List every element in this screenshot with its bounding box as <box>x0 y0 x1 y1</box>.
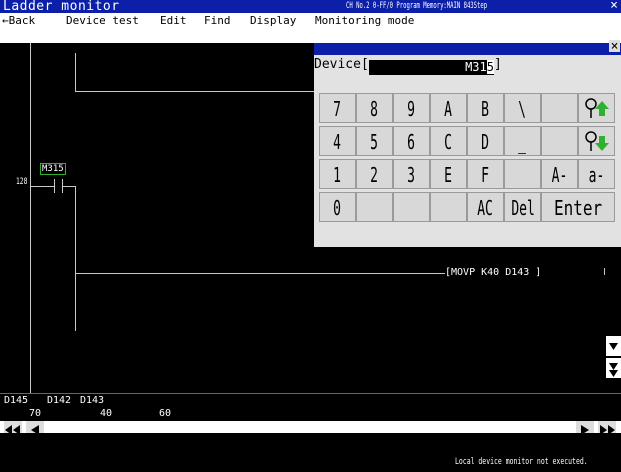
instruction-movp[interactable]: [MOVP K40 D143 ] <box>445 267 541 278</box>
key-blank[interactable] <box>541 126 578 156</box>
device-entry-label: Device[ <box>314 57 369 72</box>
keypad-title-bar <box>314 43 621 55</box>
scroll-page-down-button[interactable] <box>606 358 621 380</box>
key-5[interactable]: 5 <box>356 126 393 156</box>
scroll-page-left-button[interactable] <box>4 421 22 435</box>
instruction-wire <box>75 273 445 274</box>
search-up-icon <box>584 98 609 118</box>
key-2[interactable]: 2 <box>356 159 393 189</box>
search-up-button[interactable] <box>578 93 615 123</box>
back-button[interactable]: ←Back <box>2 14 35 27</box>
status-bar: Local device monitor not executed. <box>0 433 621 472</box>
step-number: 128 <box>16 177 28 187</box>
left-power-rail <box>30 43 31 393</box>
device-label: D143 <box>80 395 105 406</box>
key-a[interactable]: A <box>430 93 467 123</box>
status-message: Local device monitor not executed. <box>455 457 588 467</box>
key-d[interactable]: D <box>467 126 504 156</box>
rung-wire-left <box>31 186 54 187</box>
key-blank[interactable] <box>430 192 467 222</box>
device-label: D142 <box>47 395 72 406</box>
key-f[interactable]: F <box>467 159 504 189</box>
key-0[interactable]: 0 <box>319 192 356 222</box>
key-blank[interactable] <box>504 159 541 189</box>
program-status: CH No.2 0-FF/0 Program Memory:MAIN 843St… <box>346 1 488 11</box>
key-1[interactable]: 1 <box>319 159 356 189</box>
key-4[interactable]: 4 <box>319 126 356 156</box>
device-entry-cursor: 5 <box>486 60 494 74</box>
key-blank[interactable] <box>541 93 578 123</box>
key-e[interactable]: E <box>430 159 467 189</box>
app-title: Ladder monitor <box>3 0 120 14</box>
device-keypad-dialog: × Device[ M315 ] 7 8 9 A B \ 4 5 6 C D _… <box>314 40 621 247</box>
key-enter[interactable]: Enter <box>541 192 615 222</box>
scroll-down-button[interactable] <box>606 336 621 356</box>
scroll-left-button[interactable] <box>26 421 44 435</box>
menu-monitoring-mode[interactable]: Monitoring mode <box>315 14 414 27</box>
menu-display[interactable]: Display <box>250 14 296 27</box>
device-entry-close: ] <box>494 57 502 72</box>
menu-bar: ←Back Device test Edit Find Display Moni… <box>0 13 621 43</box>
key-backslash[interactable]: \ <box>504 93 541 123</box>
menu-device-test[interactable]: Device test <box>66 14 139 27</box>
device-value-strip: D145 D142 D143 70 40 60 <box>0 393 621 422</box>
upper-branch-horizontal <box>75 91 315 92</box>
close-window-icon[interactable]: × <box>610 0 618 13</box>
search-down-button[interactable] <box>578 126 615 156</box>
menu-find[interactable]: Find <box>204 14 231 27</box>
key-c[interactable]: C <box>430 126 467 156</box>
rung-wire-right <box>63 186 75 187</box>
device-entry-value: M31 <box>465 60 487 74</box>
horizontal-scrollbar[interactable] <box>0 421 621 433</box>
scroll-right-button[interactable] <box>576 421 594 435</box>
key-delete[interactable]: Del <box>504 192 541 222</box>
rung-branch-vertical <box>75 186 76 331</box>
scroll-page-right-button[interactable] <box>598 421 616 435</box>
device-value: 60 <box>159 408 172 419</box>
device-value: 70 <box>29 408 42 419</box>
key-blank[interactable] <box>356 192 393 222</box>
key-3[interactable]: 3 <box>393 159 430 189</box>
keypad-close-icon[interactable]: × <box>609 40 620 54</box>
key-6[interactable]: 6 <box>393 126 430 156</box>
key-all-clear[interactable]: AC <box>467 192 504 222</box>
menu-edit[interactable]: Edit <box>160 14 187 27</box>
search-down-icon <box>584 131 609 151</box>
key-8[interactable]: 8 <box>356 93 393 123</box>
key-7[interactable]: 7 <box>319 93 356 123</box>
device-entry-field[interactable]: M315 <box>369 60 494 75</box>
device-label: D145 <box>4 395 29 406</box>
key-blank[interactable] <box>393 192 430 222</box>
key-9[interactable]: 9 <box>393 93 430 123</box>
key-lowercase[interactable]: a-z <box>578 159 615 217</box>
right-rail-stub <box>604 268 605 275</box>
title-bar: Ladder monitor CH No.2 0-FF/0 Program Me… <box>0 0 621 14</box>
double-arrow-down-icon <box>609 363 618 380</box>
arrow-down-icon <box>609 343 618 350</box>
upper-branch-vertical <box>75 53 76 91</box>
key-underscore[interactable]: _ <box>504 126 541 156</box>
key-uppercase[interactable]: A-Z <box>541 159 578 217</box>
key-b[interactable]: B <box>467 93 504 123</box>
contact-device-label: M315 <box>40 163 66 175</box>
device-value: 40 <box>100 408 113 419</box>
